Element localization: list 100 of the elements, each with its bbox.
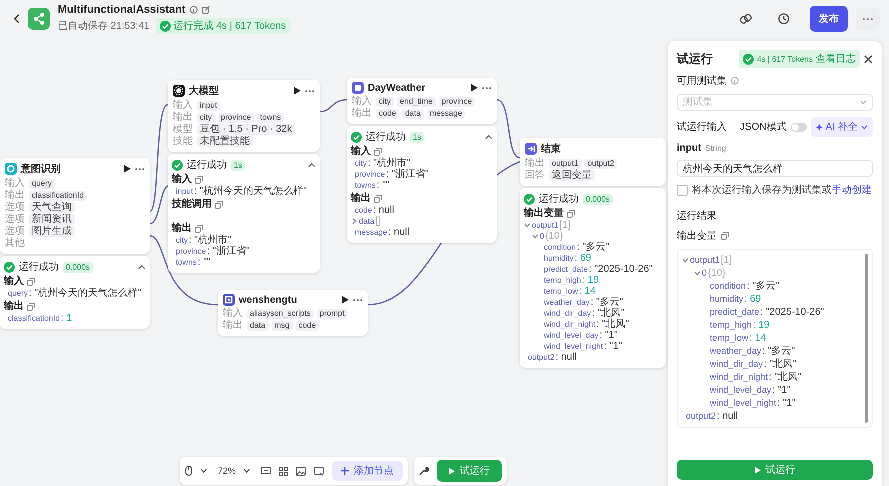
results-heading: 运行结果 [677,210,718,223]
variable-name: humidity [710,293,744,306]
variable-name: temp_high [544,275,582,286]
node-title: DayWeather [368,82,427,94]
section-heading: 输出 [172,223,192,235]
variable-name: condition [710,280,746,293]
info-icon[interactable] [190,6,198,14]
more-icon[interactable] [482,86,492,90]
run-status: 运行完成 4s | 617 Tokens [174,20,286,33]
grid-icon[interactable] [279,466,288,476]
sparkle-icon [816,124,823,130]
variable-name: output1 [690,254,720,267]
node-card[interactable]: wenshengtu 输入 aliasyson_scripts prompt 输出 data msg code [218,290,368,336]
variable-value: : "浙江省" [386,169,429,180]
more-icon[interactable] [135,168,145,170]
variable-value: : null [556,352,577,363]
add-node-button[interactable]: 添加节点 [332,461,404,481]
back-icon[interactable] [14,14,20,24]
variable-tag: 图片生成 [29,226,75,237]
frame-icon[interactable] [314,466,324,476]
json-mode-toggle[interactable] [790,122,807,132]
more-icon [862,18,874,20]
field-label: 输入 [352,96,372,107]
node-icon [352,82,364,94]
edit-icon[interactable] [202,6,210,14]
variable-name: output2 [528,352,555,363]
wrench-icon[interactable] [419,466,430,476]
caret-icon[interactable] [351,218,358,225]
node-title: 意图识别 [21,162,62,176]
caret-icon[interactable] [682,257,689,264]
variable-name: predict_date [710,306,760,319]
caret-icon[interactable] [532,233,539,240]
checkbox[interactable] [677,184,688,196]
variable-tag: end_time [397,96,436,106]
field-label: 模型 [173,124,193,135]
more-icon[interactable] [305,90,315,92]
play-icon[interactable] [294,87,301,95]
node-title: wenshengtu [239,294,298,306]
create-link[interactable]: 手动创建 [832,185,872,196]
json-mode-label: JSON模式 [740,120,787,134]
collapse-icon[interactable] [485,134,493,140]
collapse-icon[interactable] [138,264,146,270]
variable-value: : "2025-10-26" [760,306,824,319]
copy-icon [374,148,382,156]
comment-icon[interactable] [261,466,272,476]
check-icon [743,54,754,64]
node-card[interactable]: 结束 输出 output1 output2 回答 返回变量 [520,138,666,186]
node-card[interactable]: 大模型 输入 input 输出 city province towns 模型 豆包 · 1.5 · Pro · 32k 技能 未配置技能 [168,80,320,152]
input-field[interactable]: 杭州今天的天气怎么样 [677,160,873,177]
caret-icon[interactable] [694,270,701,277]
history-icon[interactable] [778,13,790,25]
variable-tag: data [247,320,269,330]
variable-name: humidity [544,253,574,264]
variable-value: : "1" [778,397,796,410]
variable-tag: data [402,108,424,118]
variable-tag: 天气查询 [29,202,75,213]
node-card[interactable]: DayWeather 输入 city end_time province 输出 code data message [347,78,497,124]
play-icon[interactable] [124,165,131,173]
node-icon [223,294,235,306]
time-badge: 0.000s [583,194,614,204]
play-icon[interactable] [471,84,478,92]
variable-name: wind_level_night [544,341,604,352]
chevron-icon[interactable] [201,469,207,473]
section-heading: 技能调用 [172,199,212,211]
copy-icon [27,303,35,311]
caret-icon[interactable] [524,222,531,229]
chevron-icon [244,469,250,473]
variable-name: output1 [532,220,559,231]
close-icon[interactable] [864,54,873,64]
testset-select[interactable]: 测试集 [677,94,873,111]
scrollbar[interactable] [865,254,868,423]
image-icon[interactable] [296,466,306,476]
variable-value: : "杭州市" [189,235,232,246]
variable-value: : "浙江省" [207,246,250,257]
plus-icon [341,467,350,475]
variable-name: temp_low [544,286,578,297]
variable-value: : "2025-10-26" [589,264,653,275]
copy-icon [374,195,382,203]
mouse-icon[interactable] [185,466,193,476]
variable-name: wind_dir_day [544,308,592,319]
field-label: 选项 [5,214,25,225]
play-icon[interactable] [342,296,349,304]
variable-name: province [355,169,386,180]
publish-button[interactable]: 发布 [810,6,848,32]
variable-value: : "1" [772,384,791,397]
connector-line [320,99,348,113]
collapse-icon[interactable] [308,162,316,168]
variable-value: : "多云" [590,297,624,308]
variable-name: weather_day [544,297,590,308]
variable-tag: province [218,112,254,122]
variable-tag: output2 [584,158,618,168]
section-heading: 输入 [172,174,192,186]
panel-title: 试运行 [677,50,714,68]
node-card[interactable]: 意图识别 输入 query 输出 classificationId 选项 天气查询 选项 新闻资讯 选项 图片生成 其他 [0,158,150,254]
zoom-select[interactable]: 72% [215,464,254,478]
variable-name: condition [544,242,576,253]
ai-complete-button[interactable]: AI 补全 [810,117,873,137]
more-icon[interactable] [353,298,363,302]
link-icon[interactable] [740,13,752,25]
variable-name: towns [355,180,376,191]
